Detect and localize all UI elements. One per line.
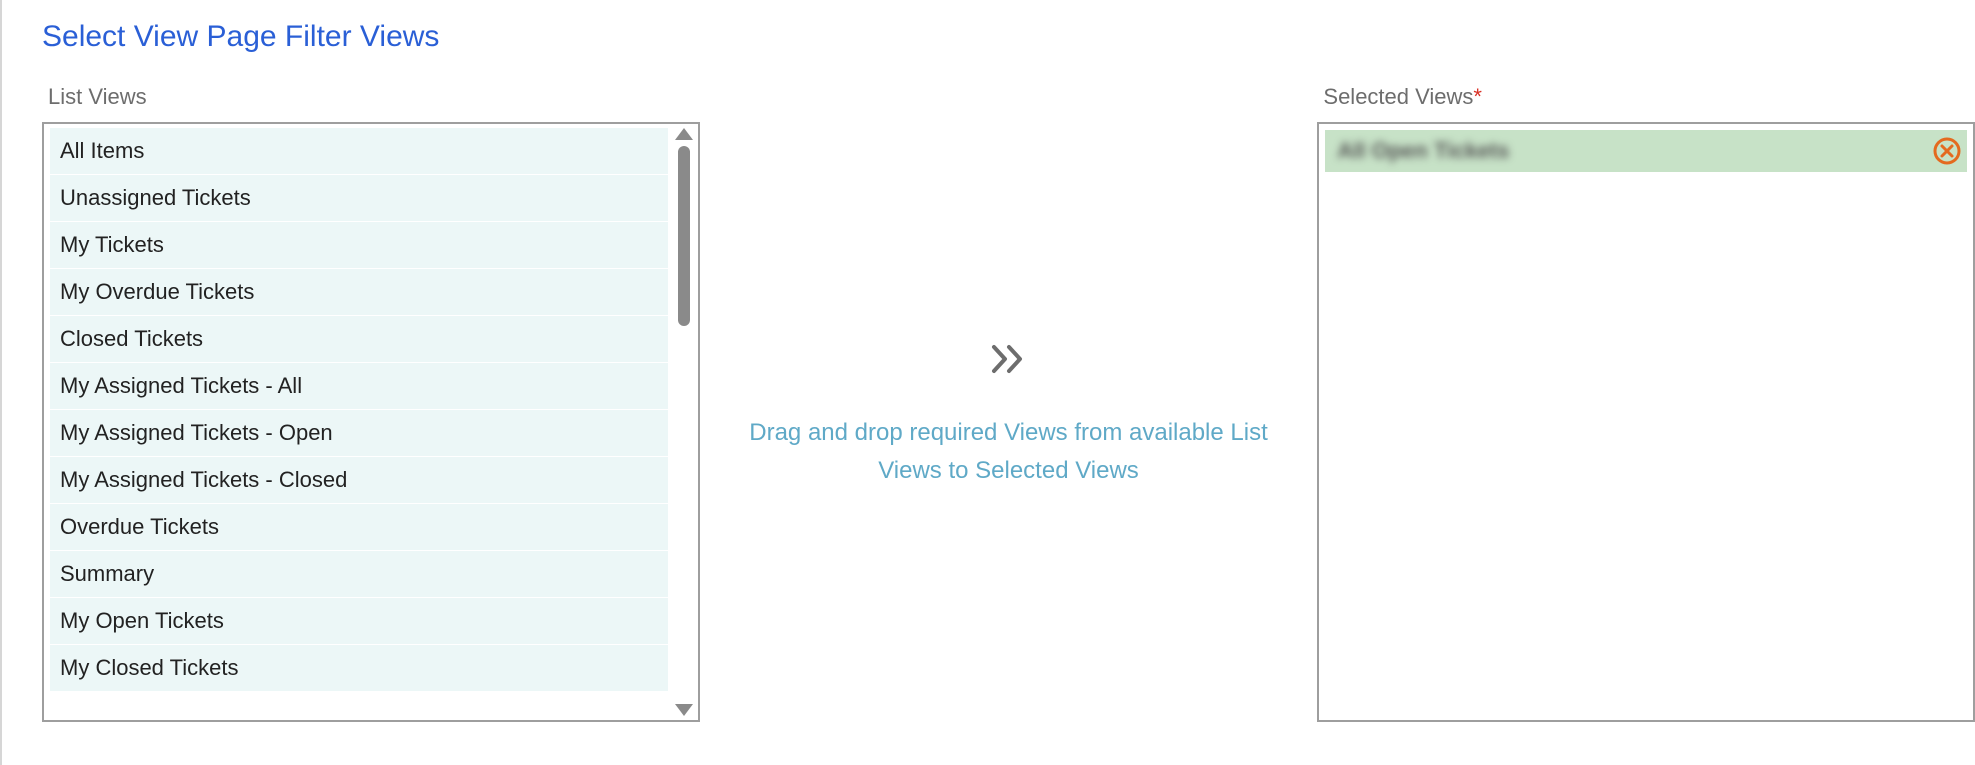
list-item[interactable]: Closed Tickets: [50, 316, 668, 363]
list-item[interactable]: My Open Tickets: [50, 598, 668, 645]
triangle-down-icon[interactable]: [675, 704, 693, 716]
selected-views-label: Selected Views*: [1323, 84, 1482, 110]
list-item[interactable]: Summary: [50, 551, 668, 598]
selected-item-label: All Open Tickets: [1337, 138, 1509, 164]
list-item[interactable]: Unassigned Tickets: [50, 175, 668, 222]
scroll-thumb[interactable]: [678, 146, 690, 326]
selected-item[interactable]: All Open Tickets: [1325, 130, 1967, 172]
close-circle-icon[interactable]: [1933, 137, 1961, 165]
list-item[interactable]: Overdue Tickets: [50, 504, 668, 551]
scrollbar[interactable]: [674, 128, 694, 716]
selected-views-box[interactable]: All Open Tickets: [1317, 122, 1975, 722]
drag-drop-hint: Drag and drop required Views from availa…: [749, 414, 1269, 491]
list-item[interactable]: My Overdue Tickets: [50, 269, 668, 316]
list-item[interactable]: My Tickets: [50, 222, 668, 269]
list-views-label: List Views: [48, 84, 147, 110]
list-item[interactable]: My Assigned Tickets - Open: [50, 410, 668, 457]
list-views-box[interactable]: All ItemsUnassigned TicketsMy TicketsMy …: [42, 122, 700, 722]
double-chevron-right-icon: [991, 344, 1027, 374]
list-item[interactable]: My Closed Tickets: [50, 645, 668, 691]
list-item[interactable]: All Items: [50, 128, 668, 175]
page-title: Select View Page Filter Views: [42, 20, 1975, 54]
triangle-up-icon[interactable]: [675, 128, 693, 140]
list-item[interactable]: My Assigned Tickets - Closed: [50, 457, 668, 504]
list-item[interactable]: My Assigned Tickets - All: [50, 363, 668, 410]
required-marker: *: [1473, 84, 1482, 109]
